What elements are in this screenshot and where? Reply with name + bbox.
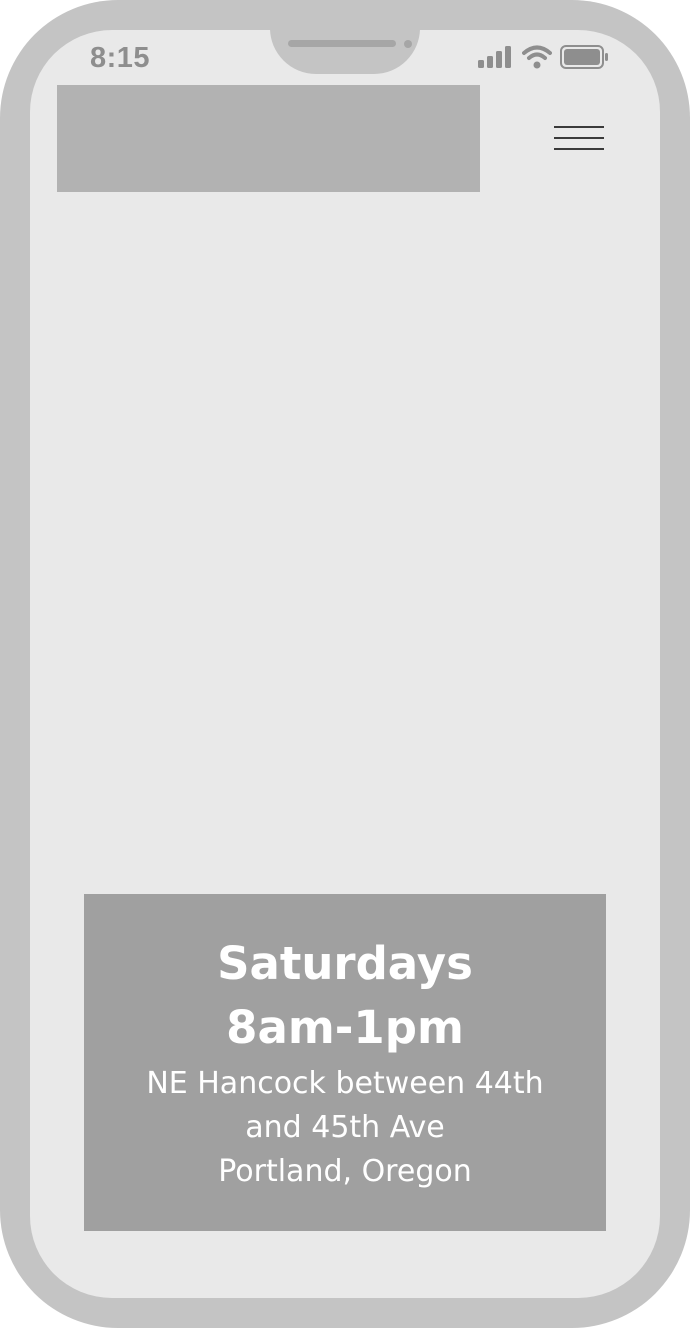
signal-icon (478, 45, 514, 73)
market-day: Saturdays (217, 936, 473, 990)
phone-frame: 8:15 Saturdays 8am-1pm NE Hancock betwee… (0, 0, 690, 1328)
menu-bar-middle (554, 137, 604, 139)
phone-screen: 8:15 Saturdays 8am-1pm NE Hancock betwee… (30, 30, 660, 1298)
status-icons (478, 44, 608, 74)
hamburger-menu-button[interactable] (548, 118, 610, 158)
market-city: Portland, Oregon (218, 1153, 472, 1189)
market-hours: 8am-1pm (226, 1000, 464, 1054)
wifi-icon (522, 45, 552, 74)
battery-icon (560, 44, 608, 74)
menu-bar-bottom (554, 148, 604, 150)
status-time: 8:15 (90, 42, 151, 74)
market-info-box: Saturdays 8am-1pm NE Hancock between 44t… (84, 894, 606, 1231)
speaker-grille (288, 40, 396, 47)
camera-dot (404, 40, 412, 48)
market-address: NE Hancock between 44th and 45th Ave (146, 1065, 544, 1145)
hamburger-menu-icon (554, 126, 604, 128)
phone-notch (270, 30, 420, 74)
logo-placeholder[interactable] (57, 85, 480, 192)
